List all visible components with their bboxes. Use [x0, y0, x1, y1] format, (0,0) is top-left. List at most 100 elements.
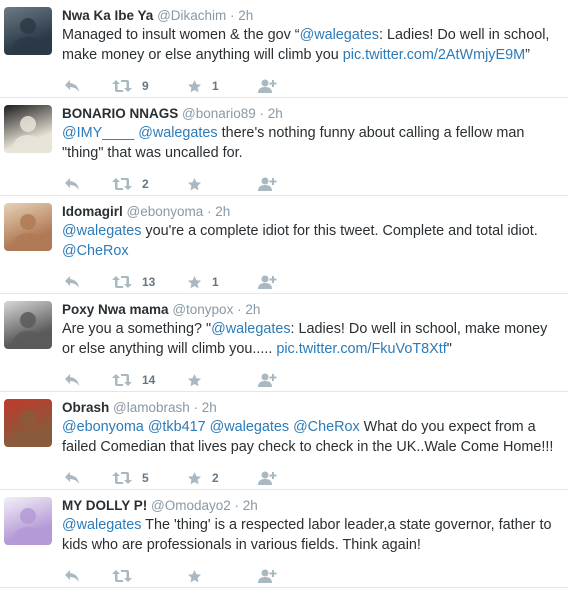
retweet-button[interactable]: 5: [112, 469, 149, 487]
avatar[interactable]: [4, 497, 52, 545]
mention-link[interactable]: @walegates: [210, 419, 289, 435]
tweet[interactable]: Idomagirl @ebonyoma · 2h @walegates you'r…: [0, 196, 568, 294]
mention-link[interactable]: @IMY____: [62, 125, 134, 141]
reply-icon: [64, 79, 80, 93]
favorite-button[interactable]: 2: [187, 469, 219, 487]
tweet-username[interactable]: @ebonyoma: [127, 204, 204, 219]
reply-button[interactable]: [64, 567, 80, 585]
tweet-username[interactable]: @tonypox: [172, 302, 233, 317]
retweet-count: 9: [142, 79, 149, 93]
favorite-count: 1: [212, 275, 219, 289]
reply-button[interactable]: [64, 371, 80, 389]
reply-icon: [64, 569, 80, 583]
tweet-text: @IMY____ @walegates there's nothing funn…: [62, 124, 558, 163]
tweet[interactable]: Obrash @lamobrash · 2h @ebonyoma @tkb417 …: [0, 392, 568, 490]
follow-button[interactable]: [257, 567, 277, 585]
tweet-header: MY DOLLY P! @Omodayo2 · 2h: [62, 497, 558, 515]
tweet-timestamp[interactable]: 2h: [243, 498, 258, 513]
retweet-count: 14: [142, 373, 156, 387]
tweet[interactable]: BONARIO NNAGS @bonario89 · 2h @IMY____ @w…: [0, 98, 568, 196]
separator-dot: ·: [226, 8, 239, 23]
star-icon: [187, 79, 202, 94]
follow-user-icon: [257, 471, 277, 486]
follow-button[interactable]: [257, 77, 277, 95]
tweet-username[interactable]: @lamobrash: [113, 400, 190, 415]
mention-link[interactable]: @walegates: [62, 517, 141, 533]
tweet-timestamp[interactable]: 2h: [238, 8, 253, 23]
tweet-actions: 2: [62, 175, 558, 195]
follow-user-icon: [257, 275, 277, 290]
mention-link[interactable]: @walegates: [300, 27, 379, 43]
retweet-count: 2: [142, 177, 149, 191]
mention-link[interactable]: @tkb417: [148, 419, 206, 435]
tweet-username[interactable]: @Dikachim: [157, 8, 226, 23]
retweet-button[interactable]: 13: [112, 273, 155, 291]
avatar[interactable]: [4, 105, 52, 153]
reply-button[interactable]: [64, 77, 80, 95]
tweet-actions: 13 1: [62, 273, 558, 293]
follow-user-icon: [257, 79, 277, 94]
star-icon: [187, 569, 202, 584]
mention-link[interactable]: @CheRox: [293, 419, 360, 435]
avatar[interactable]: [4, 203, 52, 251]
tweet-fullname[interactable]: MY DOLLY P!: [62, 498, 147, 513]
tweet-header: Idomagirl @ebonyoma · 2h: [62, 203, 558, 221]
tweet[interactable]: Nwa Ka Ibe Ya @Dikachim · 2h Managed to i…: [0, 0, 568, 98]
tweet-actions: [62, 567, 558, 587]
favorite-button[interactable]: [187, 371, 212, 389]
retweet-count: 5: [142, 471, 149, 485]
favorite-button[interactable]: 1: [187, 77, 219, 95]
follow-button[interactable]: [257, 371, 277, 389]
tweet-text-segment: Managed to insult women & the gov “: [62, 27, 300, 43]
separator-dot: ·: [230, 498, 243, 513]
retweet-icon: [112, 79, 132, 93]
retweet-button[interactable]: 14: [112, 371, 155, 389]
retweet-button[interactable]: 9: [112, 77, 149, 95]
tweet-username[interactable]: @Omodayo2: [151, 498, 231, 513]
mention-link[interactable]: @CheRox: [62, 243, 129, 259]
tweet-text: @walegates The 'thing' is a respected la…: [62, 516, 558, 555]
tweet-fullname[interactable]: Nwa Ka Ibe Ya: [62, 8, 153, 23]
tweet-timestamp[interactable]: 2h: [245, 302, 260, 317]
tweet-timestamp[interactable]: 2h: [215, 204, 230, 219]
pic-link[interactable]: pic.twitter.com/FkuVoT8Xtf: [276, 341, 446, 357]
favorite-count: 2: [212, 471, 219, 485]
avatar[interactable]: [4, 301, 52, 349]
retweet-button[interactable]: 2: [112, 175, 149, 193]
tweet-fullname[interactable]: Poxy Nwa mama: [62, 302, 169, 317]
tweet-timeline: Nwa Ka Ibe Ya @Dikachim · 2h Managed to i…: [0, 0, 568, 588]
reply-button[interactable]: [64, 175, 80, 193]
mention-link[interactable]: @walegates: [138, 125, 217, 141]
tweet-fullname[interactable]: BONARIO NNAGS: [62, 106, 178, 121]
mention-link[interactable]: @walegates: [62, 223, 141, 239]
tweet-timestamp[interactable]: 2h: [268, 106, 283, 121]
tweet-username[interactable]: @bonario89: [182, 106, 256, 121]
reply-icon: [64, 471, 80, 485]
favorite-button[interactable]: [187, 175, 212, 193]
retweet-icon: [112, 177, 132, 191]
tweet-fullname[interactable]: Idomagirl: [62, 204, 123, 219]
star-icon: [187, 471, 202, 486]
tweet-fullname[interactable]: Obrash: [62, 400, 109, 415]
retweet-icon: [112, 471, 132, 485]
favorite-button[interactable]: 1: [187, 273, 219, 291]
tweet[interactable]: MY DOLLY P! @Omodayo2 · 2h @walegates The…: [0, 490, 568, 588]
retweet-button[interactable]: [112, 567, 142, 585]
tweet-timestamp[interactable]: 2h: [202, 400, 217, 415]
tweet-text: @walegates you're a complete idiot for t…: [62, 222, 558, 261]
follow-button[interactable]: [257, 273, 277, 291]
reply-button[interactable]: [64, 273, 80, 291]
follow-button[interactable]: [257, 175, 277, 193]
tweet-header: Nwa Ka Ibe Ya @Dikachim · 2h: [62, 7, 558, 25]
star-icon: [187, 275, 202, 290]
tweet[interactable]: Poxy Nwa mama @tonypox · 2h Are you a som…: [0, 294, 568, 392]
avatar[interactable]: [4, 399, 52, 447]
mention-link[interactable]: @ebonyoma: [62, 419, 144, 435]
follow-button[interactable]: [257, 469, 277, 487]
tweet-text-segment: Are you a something? ": [62, 321, 212, 337]
favorite-button[interactable]: [187, 567, 212, 585]
avatar[interactable]: [4, 7, 52, 55]
reply-button[interactable]: [64, 469, 80, 487]
pic-link[interactable]: pic.twitter.com/2AtWmjyE9M: [343, 47, 525, 63]
mention-link[interactable]: @walegates: [211, 321, 290, 337]
